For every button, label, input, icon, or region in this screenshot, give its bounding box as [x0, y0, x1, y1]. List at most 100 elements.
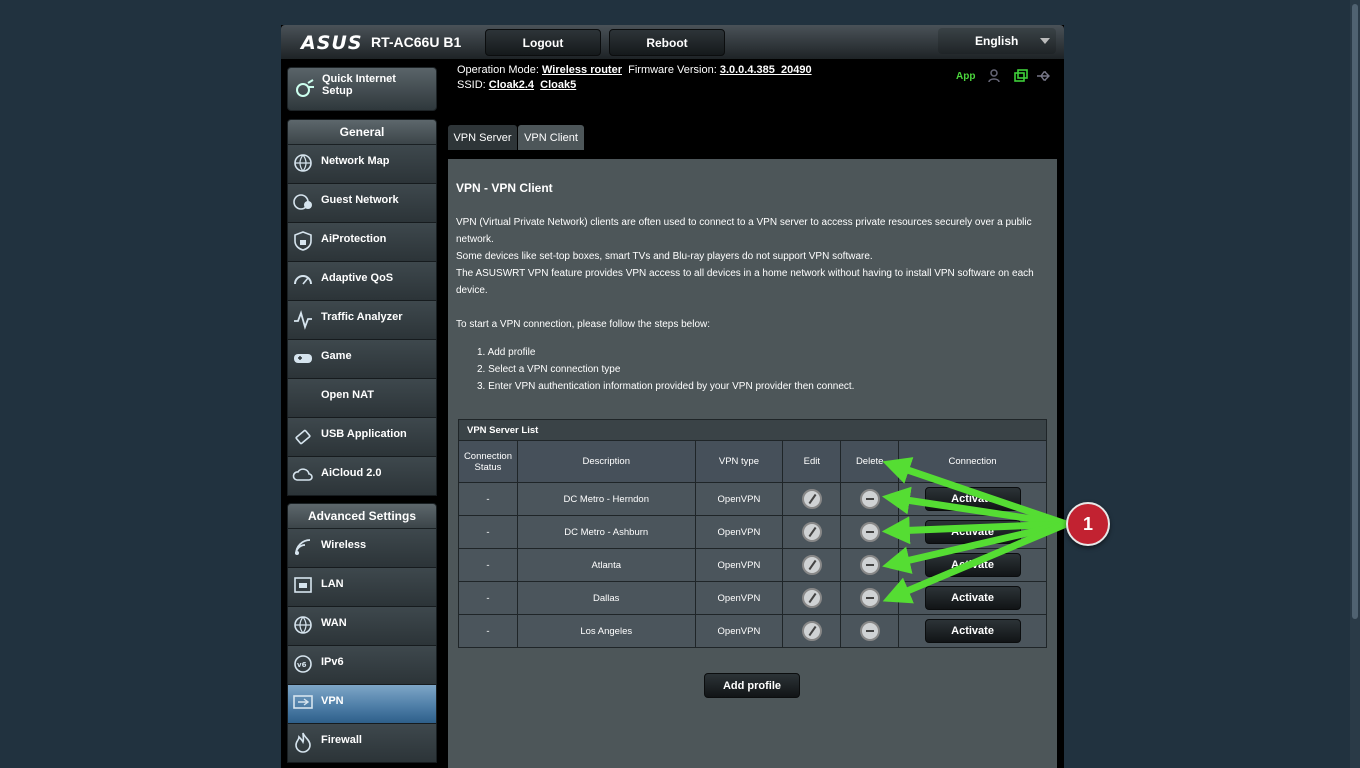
description-paragraph-2: Some devices like set-top boxes, smart T…: [456, 251, 873, 262]
sidebar-item-wireless[interactable]: Wireless: [287, 529, 437, 568]
activate-button[interactable]: Activate: [924, 553, 1021, 577]
usb-status-icon[interactable]: [1036, 68, 1052, 84]
column-header: Connection: [898, 440, 1047, 483]
description-cell: DC Metro - Ashburn: [516, 515, 696, 549]
advanced-settings-header: Advanced Settings: [287, 503, 437, 529]
sidebar-item-label: Firewall: [321, 734, 362, 746]
reboot-button[interactable]: Reboot: [609, 29, 725, 56]
steps-intro: To start a VPN connection, please follow…: [456, 319, 711, 330]
column-header: VPN type: [694, 440, 784, 483]
ipv6-icon: v6: [294, 655, 312, 673]
language-select[interactable]: English: [938, 28, 1056, 54]
vpn-type-cell: OpenVPN: [694, 482, 784, 516]
table-row: - DC Metro - Herndon OpenVPN Activate: [458, 482, 1047, 516]
main-content: Operation Mode: Wireless router Firmware…: [448, 59, 1057, 768]
add-profile-button[interactable]: Add profile: [704, 673, 800, 698]
page-scrollbar[interactable]: [1350, 0, 1360, 768]
annotation-badge: 1: [1066, 502, 1110, 546]
column-header: Delete: [840, 440, 900, 483]
delete-minus-icon[interactable]: [859, 621, 880, 641]
edit-pencil-icon[interactable]: [801, 489, 822, 509]
app-link[interactable]: App: [956, 71, 975, 82]
sidebar-item-label: Guest Network: [321, 194, 399, 206]
network-status-icon[interactable]: [1013, 68, 1029, 84]
delete-cell: [840, 482, 900, 516]
sidebar-item-label: LAN: [321, 578, 344, 590]
vpn-client-panel: VPN - VPN Client VPN (Virtual Private Ne…: [448, 159, 1057, 768]
firmware-version-link[interactable]: 3.0.0.4.385_20490: [720, 64, 812, 76]
pulse-icon: [294, 310, 312, 330]
ssid-link-2[interactable]: Cloak5: [540, 79, 576, 91]
activate-button[interactable]: Activate: [924, 619, 1021, 643]
sidebar-item-label: USB Application: [321, 428, 407, 440]
step-item: 2. Select a VPN connection type: [477, 364, 621, 375]
shield-lock-icon: [294, 231, 312, 251]
firmware-label: Firmware Version:: [628, 64, 717, 76]
edit-pencil-icon[interactable]: [801, 555, 822, 575]
cloud-icon: [292, 468, 313, 481]
delete-cell: [840, 548, 900, 582]
sidebar-item-usb-application[interactable]: USB Application: [287, 418, 437, 457]
sidebar-item-guest-network[interactable]: Guest Network: [287, 184, 437, 223]
clients-icon[interactable]: [988, 68, 1004, 84]
edit-pencil-icon[interactable]: [801, 621, 822, 641]
quick-internet-setup-button[interactable]: Quick Internet Setup: [287, 67, 437, 111]
sidebar-item-traffic-analyzer[interactable]: Traffic Analyzer: [287, 301, 437, 340]
edit-pencil-icon[interactable]: [801, 522, 822, 542]
scrollbar-thumb[interactable]: [1352, 4, 1358, 619]
vpn-icon: [293, 695, 313, 709]
connection-cell: Activate: [898, 482, 1047, 516]
activate-button[interactable]: Activate: [924, 520, 1021, 544]
column-header: Connection Status: [458, 440, 518, 483]
column-header: Edit: [782, 440, 842, 483]
logout-button[interactable]: Logout: [485, 29, 601, 56]
connection-cell: Activate: [898, 581, 1047, 615]
vpn-type-cell: OpenVPN: [694, 548, 784, 582]
sidebar-item-label: AiCloud 2.0: [321, 467, 382, 479]
page-description: VPN (Virtual Private Network) clients ar…: [456, 214, 1046, 333]
delete-minus-icon[interactable]: [859, 555, 880, 575]
delete-minus-icon[interactable]: [859, 522, 880, 542]
sidebar-item-vpn[interactable]: VPN: [287, 685, 437, 724]
delete-cell: [840, 614, 900, 648]
step-item: 1. Add profile: [477, 347, 536, 358]
description-paragraph-3: The ASUSWRT VPN feature provides VPN acc…: [456, 268, 1034, 296]
sidebar-item-aiprotection[interactable]: AiProtection: [287, 223, 437, 262]
edit-cell: [782, 548, 842, 582]
sidebar-item-adaptive-qos[interactable]: Adaptive QoS: [287, 262, 437, 301]
edit-cell: [782, 482, 842, 516]
activate-button[interactable]: Activate: [924, 586, 1021, 610]
description-cell: DC Metro - Herndon: [516, 482, 696, 516]
column-header: Description: [516, 440, 696, 483]
edit-cell: [782, 581, 842, 615]
operation-mode-link[interactable]: Wireless router: [542, 64, 622, 76]
delete-minus-icon[interactable]: [859, 588, 880, 608]
table-caption: VPN Server List: [458, 419, 1047, 441]
step-item: 3. Enter VPN authentication information …: [477, 381, 855, 392]
sidebar-item-label: IPv6: [321, 656, 344, 668]
status-info: Operation Mode: Wireless router Firmware…: [457, 63, 812, 93]
delete-minus-icon[interactable]: [859, 489, 880, 509]
router-admin-window: ASUS RT-AC66U B1 Logout Reboot English Q…: [281, 25, 1064, 768]
sidebar-item-game[interactable]: Game: [287, 340, 437, 379]
sidebar-item-aicloud-2-0[interactable]: AiCloud 2.0: [287, 457, 437, 496]
edit-pencil-icon[interactable]: [801, 588, 822, 608]
vpn-type-cell: OpenVPN: [694, 515, 784, 549]
sidebar-item-lan[interactable]: LAN: [287, 568, 437, 607]
gamepad-icon: [294, 354, 312, 363]
activate-button[interactable]: Activate: [924, 487, 1021, 511]
ssid-link-1[interactable]: Cloak2.4: [489, 79, 534, 91]
sidebar-item-network-map[interactable]: Network Map: [287, 145, 437, 184]
language-value: English: [975, 34, 1019, 48]
sidebar-item-firewall[interactable]: Firewall: [287, 724, 437, 763]
sidebar-item-open-nat[interactable]: Open NAT: [287, 379, 437, 418]
sidebar-item-label: Traffic Analyzer: [321, 311, 403, 323]
wizard-icon: [296, 79, 314, 97]
svg-text:v6: v6: [297, 661, 307, 669]
sidebar-item-ipv6[interactable]: v6 IPv6: [287, 646, 437, 685]
connection-cell: Activate: [898, 548, 1047, 582]
sidebar-item-wan[interactable]: WAN: [287, 607, 437, 646]
asus-logo: ASUS: [301, 32, 363, 54]
tab-vpn-client[interactable]: VPN Client: [518, 125, 584, 150]
tab-vpn-server[interactable]: VPN Server: [448, 125, 517, 150]
